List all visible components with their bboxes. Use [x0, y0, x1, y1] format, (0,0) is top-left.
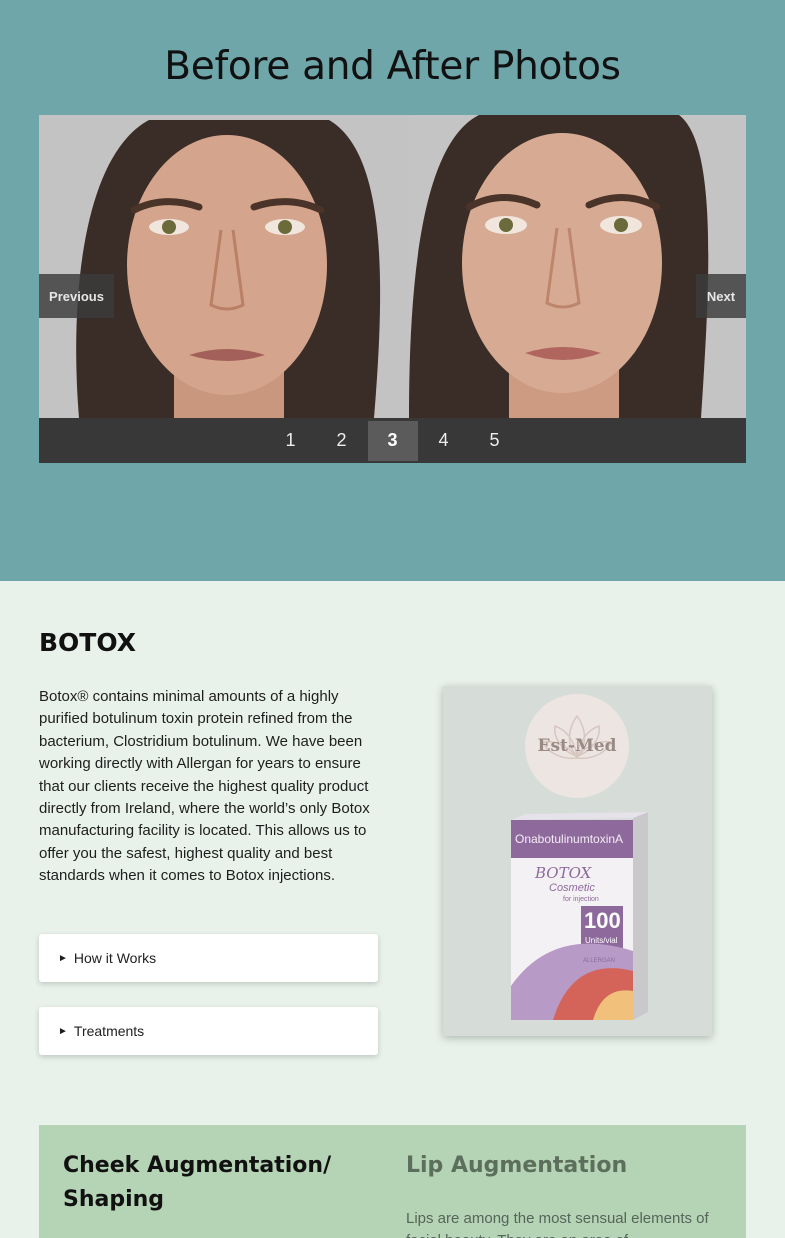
- triangle-right-icon: ►: [58, 952, 68, 964]
- lip-augmentation-heading: Lip Augmentation: [406, 1153, 628, 1178]
- page-button-2[interactable]: 2: [317, 421, 367, 461]
- before-after-gallery: Before and After Photos Previous Next 1 …: [0, 0, 785, 581]
- after-photo: [409, 115, 746, 418]
- accordion-label: Treatments: [73, 1023, 145, 1039]
- triangle-right-icon: ►: [58, 1025, 68, 1037]
- gallery-title: Before and After Photos: [164, 44, 621, 89]
- cheek-augmentation-heading: Cheek Augmentation/ Shaping: [63, 1153, 332, 1212]
- accordion-how-it-works[interactable]: ► How it Works: [39, 934, 378, 982]
- botox-heading: BOTOX: [39, 628, 136, 657]
- previous-button[interactable]: Previous: [39, 274, 114, 318]
- accordion-label: How it Works: [73, 950, 157, 966]
- accordion-treatments[interactable]: ► Treatments: [39, 1007, 378, 1055]
- box-maker: ALLERGAN: [583, 958, 616, 964]
- services-panel: Cheek Augmentation/ Shaping Lip Augmenta…: [39, 1125, 746, 1238]
- page-button-3-active[interactable]: 3: [367, 420, 418, 461]
- box-drug-name: OnabotulinumtoxinA: [515, 832, 624, 846]
- logo-wordmark: Est-Med: [537, 736, 617, 756]
- slider-pagination: 1 2 3 4 5: [39, 418, 746, 463]
- box-brand: BOTOX: [535, 864, 592, 882]
- botox-description: Botox® contains minimal amounts of a hig…: [39, 688, 370, 885]
- photo-slider[interactable]: [39, 115, 746, 418]
- lip-augmentation-text: Lips are among the most sensual elements…: [406, 1210, 709, 1238]
- box-units: 100: [584, 908, 621, 933]
- page-button-5[interactable]: 5: [470, 421, 520, 461]
- next-button[interactable]: Next: [696, 274, 746, 318]
- page-button-4[interactable]: 4: [419, 421, 469, 461]
- botox-product-image: Est-Med OnabotulinumtoxinA BOTOX Cosmeti…: [443, 686, 712, 1036]
- box-subtitle: Cosmetic: [549, 882, 595, 894]
- box-units-label: Units/vial: [585, 936, 618, 945]
- before-photo: [39, 115, 409, 418]
- page-button-1[interactable]: 1: [266, 421, 316, 461]
- box-subtitle-2: for injection: [563, 896, 599, 903]
